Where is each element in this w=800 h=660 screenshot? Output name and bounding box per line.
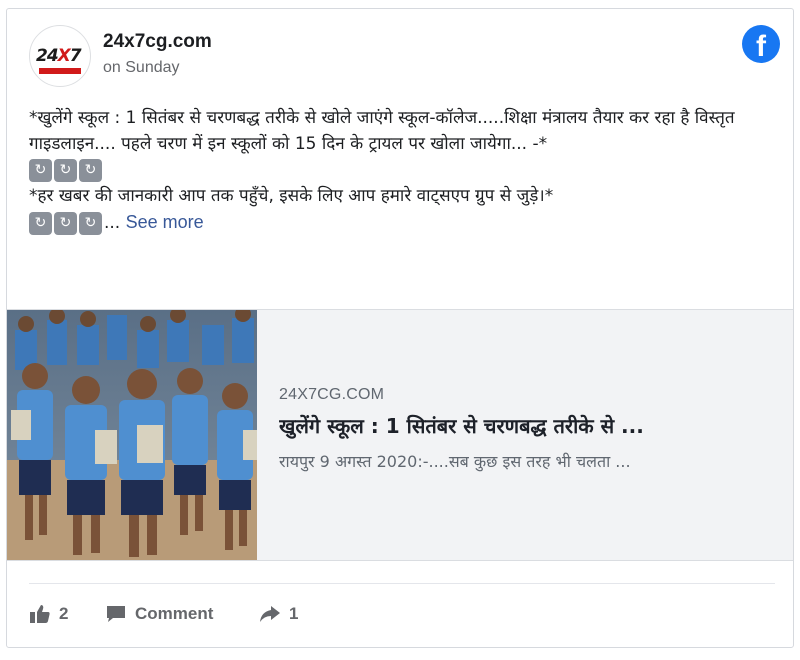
post-body: *खुलेंगे स्कूल : 1 सितंबर से चरणबद्ध तरी… xyxy=(29,105,775,236)
link-title[interactable]: खुलेंगे स्कूल : 1 सितंबर से चरणबद्ध तरीक… xyxy=(279,412,779,439)
link-description: रायपुर 9 अगस्त 2020:-....सब कुछ इस तरह भ… xyxy=(279,452,631,471)
link-preview[interactable]: 24X7CG.COM खुलेंगे स्कूल : 1 सितंबर से च… xyxy=(7,309,793,561)
page-avatar[interactable]: 24X7 xyxy=(29,25,91,87)
children-running-image xyxy=(7,310,257,560)
clockwise-arrows-icon: ↻ xyxy=(54,158,77,182)
clockwise-arrows-icon: ↻ xyxy=(79,158,102,182)
avatar-logo-text: 24X7 xyxy=(36,46,82,66)
facebook-post-card: 24X7 24x7cg.com on Sunday f *खुलेंगे स्क… xyxy=(6,8,794,648)
post-text-ellipsis: ... xyxy=(104,213,121,233)
emoji-row-1: ↻ ↻ ↻ xyxy=(29,157,775,183)
clockwise-arrows-icon: ↻ xyxy=(29,158,52,182)
like-button[interactable]: 2 xyxy=(29,601,68,627)
action-divider xyxy=(29,583,775,584)
avatar-logo-bar xyxy=(39,68,81,74)
link-domain: 24X7CG.COM xyxy=(279,386,385,403)
clockwise-arrows-icon: ↻ xyxy=(79,211,102,235)
facebook-icon[interactable]: f xyxy=(742,25,780,63)
share-count: 1 xyxy=(289,604,299,623)
clockwise-arrows-icon: ↻ xyxy=(29,211,52,235)
post-text-paragraph-1: *खुलेंगे स्कूल : 1 सितंबर से चरणबद्ध तरी… xyxy=(29,108,735,154)
post-text-paragraph-2: *हर खबर की जानकारी आप तक पहुँचे, इसके लि… xyxy=(29,186,554,206)
page-name-link[interactable]: 24x7cg.com xyxy=(103,31,212,53)
see-more-link[interactable]: See more xyxy=(126,212,204,232)
comment-icon xyxy=(107,606,125,622)
clockwise-arrows-icon: ↻ xyxy=(54,211,77,235)
share-button[interactable]: 1 xyxy=(259,601,298,627)
comment-button[interactable]: Comment xyxy=(105,601,213,627)
like-count: 2 xyxy=(59,604,69,623)
link-preview-image[interactable] xyxy=(7,310,257,560)
share-arrow-icon xyxy=(260,606,280,622)
thumbs-up-icon xyxy=(30,605,50,623)
post-timestamp[interactable]: on Sunday xyxy=(103,59,180,77)
comment-label: Comment xyxy=(135,604,214,623)
emoji-row-2: ↻ ↻ ↻... See more xyxy=(29,209,775,236)
